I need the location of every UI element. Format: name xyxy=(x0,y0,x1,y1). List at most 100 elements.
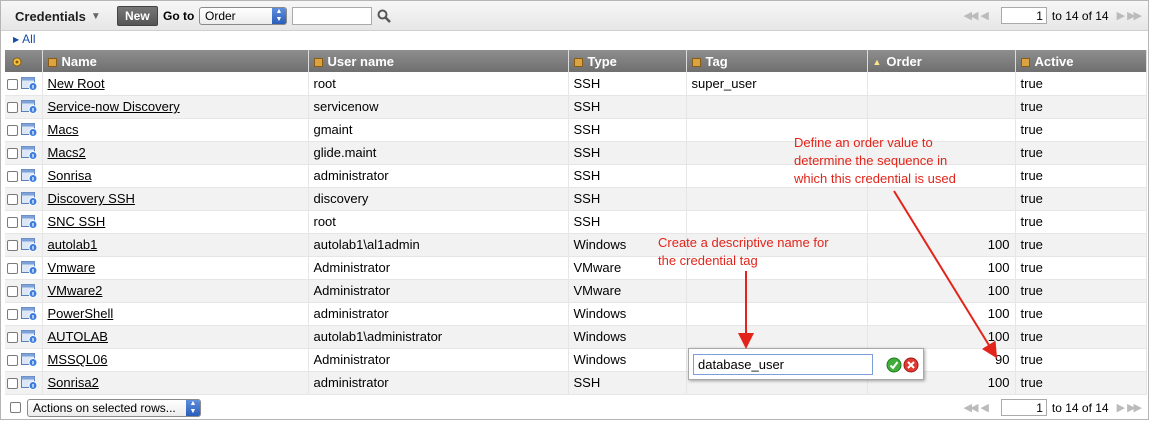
page-number-input[interactable] xyxy=(1000,7,1047,24)
cell-name-link[interactable]: Service-now Discovery xyxy=(42,95,309,119)
record-preview-icon[interactable] xyxy=(21,330,38,345)
personalize-gear-icon[interactable] xyxy=(10,55,24,69)
cell-order[interactable]: 100 xyxy=(867,279,1016,303)
select-all-checkbox[interactable] xyxy=(10,402,21,413)
goto-field-select[interactable]: Order ▲ ▼ xyxy=(199,7,287,25)
row-checkbox[interactable] xyxy=(7,147,18,159)
first-page-icon[interactable]: ◀◀ xyxy=(964,401,979,414)
cell-tag[interactable] xyxy=(686,187,868,211)
column-menu-icon[interactable] xyxy=(573,57,583,67)
record-preview-icon[interactable] xyxy=(21,238,38,253)
last-page-icon[interactable]: ▶▶ xyxy=(1127,401,1142,414)
column-menu-icon[interactable] xyxy=(47,57,57,67)
actions-select[interactable]: Actions on selected rows... ▲ ▼ xyxy=(27,399,201,417)
column-header-tag[interactable]: Tag xyxy=(686,50,868,72)
cell-name-link[interactable]: Vmware xyxy=(42,256,309,280)
cell-order[interactable] xyxy=(867,187,1016,211)
record-preview-icon[interactable] xyxy=(21,353,38,368)
cell-order[interactable]: 100 xyxy=(867,325,1016,349)
cell-tag[interactable]: super_user xyxy=(686,72,868,96)
row-checkbox[interactable] xyxy=(7,354,18,366)
cell-tag[interactable] xyxy=(686,325,868,349)
record-preview-icon[interactable] xyxy=(21,169,38,184)
breadcrumb-all[interactable]: All xyxy=(22,32,35,46)
column-personalize-header[interactable] xyxy=(5,50,43,72)
next-page-icon[interactable]: ▶ xyxy=(1117,401,1126,414)
row-checkbox[interactable] xyxy=(7,170,18,182)
actions-select-label: Actions on selected rows... xyxy=(33,401,176,415)
row-checkbox[interactable] xyxy=(7,262,18,274)
cell-name-link[interactable]: New Root xyxy=(42,72,309,96)
row-checkbox[interactable] xyxy=(7,216,18,228)
cell-name-link[interactable]: autolab1 xyxy=(42,233,309,257)
record-preview-icon[interactable] xyxy=(21,307,38,322)
row-checkbox[interactable] xyxy=(7,239,18,251)
cell-order[interactable]: 100 xyxy=(867,233,1016,257)
column-header-name[interactable]: Name xyxy=(42,50,309,72)
cell-name-link[interactable]: SNC SSH xyxy=(42,210,309,234)
column-menu-icon[interactable] xyxy=(691,57,701,67)
page-number-input[interactable] xyxy=(1000,399,1047,416)
row-checkbox[interactable] xyxy=(7,78,18,90)
next-page-icon[interactable]: ▶ xyxy=(1117,9,1126,22)
record-preview-icon[interactable] xyxy=(21,215,38,230)
column-header-active[interactable]: Active xyxy=(1015,50,1147,72)
tag-edit-input[interactable] xyxy=(693,354,873,375)
list-title-menu[interactable]: Credentials ▼ xyxy=(7,6,109,26)
row-select-cell xyxy=(5,164,43,188)
cell-name-link[interactable]: Discovery SSH xyxy=(42,187,309,211)
column-label: User name xyxy=(327,53,394,69)
cell-name-link[interactable]: VMware2 xyxy=(42,279,309,303)
cell-name-link[interactable]: PowerShell xyxy=(42,302,309,326)
cell-order[interactable] xyxy=(867,72,1016,96)
row-checkbox[interactable] xyxy=(7,331,18,343)
column-header-type[interactable]: Type xyxy=(568,50,687,72)
row-checkbox[interactable] xyxy=(7,377,18,389)
cell-name-link[interactable]: MSSQL06 xyxy=(42,348,309,372)
search-input[interactable] xyxy=(292,7,372,25)
row-checkbox[interactable] xyxy=(7,101,18,113)
record-preview-icon[interactable] xyxy=(21,100,38,115)
record-preview-icon[interactable] xyxy=(21,261,38,276)
record-preview-icon[interactable] xyxy=(21,77,38,92)
cell-tag[interactable] xyxy=(686,210,868,234)
column-header-order[interactable]: ▲ Order xyxy=(867,50,1016,72)
cell-name-link[interactable]: Sonrisa xyxy=(42,164,309,188)
row-select-cell xyxy=(5,118,43,142)
record-preview-icon[interactable] xyxy=(21,284,38,299)
cell-name-link[interactable]: Macs xyxy=(42,118,309,142)
row-select-cell xyxy=(5,95,43,119)
row-checkbox[interactable] xyxy=(7,285,18,297)
previous-page-icon[interactable]: ◀ xyxy=(980,9,989,22)
search-icon[interactable] xyxy=(377,9,391,23)
cell-order[interactable] xyxy=(867,95,1016,119)
last-page-icon[interactable]: ▶▶ xyxy=(1127,9,1142,22)
first-page-icon[interactable]: ◀◀ xyxy=(964,9,979,22)
row-checkbox[interactable] xyxy=(7,308,18,320)
record-preview-icon[interactable] xyxy=(21,376,38,391)
previous-page-icon[interactable]: ◀ xyxy=(980,401,989,414)
cell-order[interactable]: 100 xyxy=(867,302,1016,326)
cell-name-link[interactable]: AUTOLAB xyxy=(42,325,309,349)
page-count-text: to 14 of 14 xyxy=(1051,400,1109,415)
cell-name-link[interactable]: Sonrisa2 xyxy=(42,371,309,395)
record-preview-icon[interactable] xyxy=(21,146,38,161)
record-preview-icon[interactable] xyxy=(21,123,38,138)
column-menu-icon[interactable] xyxy=(1020,57,1030,67)
cell-order[interactable]: 100 xyxy=(867,256,1016,280)
cell-order[interactable] xyxy=(867,210,1016,234)
new-button[interactable]: New xyxy=(117,6,158,26)
cancel-x-icon[interactable] xyxy=(903,357,919,373)
row-checkbox[interactable] xyxy=(7,193,18,205)
column-menu-icon[interactable] xyxy=(313,57,323,67)
breadcrumb[interactable]: ▶ All xyxy=(13,31,36,47)
cell-tag[interactable] xyxy=(686,302,868,326)
row-checkbox[interactable] xyxy=(7,124,18,136)
column-header-user-name[interactable]: User name xyxy=(308,50,569,72)
save-check-icon[interactable] xyxy=(886,357,902,373)
list-title: Credentials xyxy=(15,8,86,24)
cell-name-link[interactable]: Macs2 xyxy=(42,141,309,165)
cell-tag[interactable] xyxy=(686,95,868,119)
cell-tag[interactable] xyxy=(686,279,868,303)
record-preview-icon[interactable] xyxy=(21,192,38,207)
